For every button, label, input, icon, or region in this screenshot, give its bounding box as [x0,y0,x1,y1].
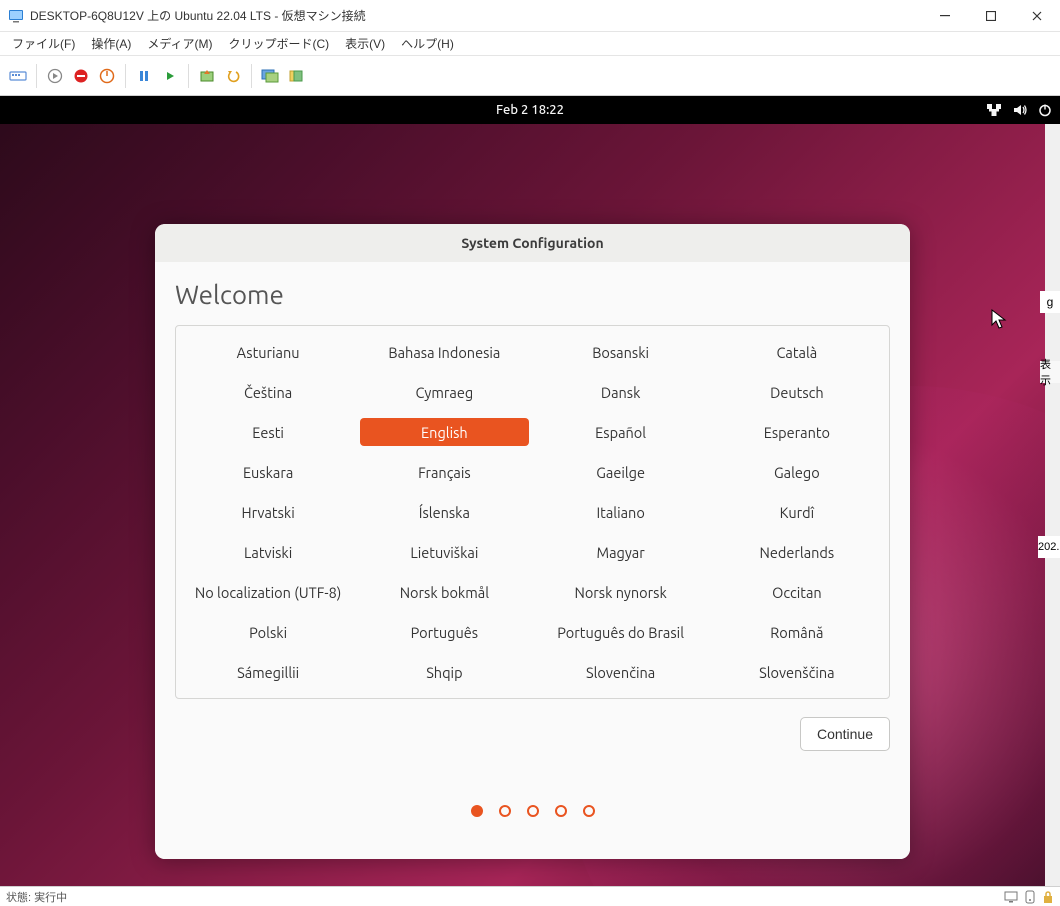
language-option[interactable]: Bosanski [537,338,705,366]
language-option[interactable]: Esperanto [713,418,881,446]
enhanced-session-button[interactable] [258,64,282,88]
window-controls [922,0,1060,32]
language-option[interactable]: Română [713,618,881,646]
language-option[interactable]: Español [537,418,705,446]
status-area[interactable] [986,96,1052,124]
clock[interactable]: Feb 2 18:22 [496,103,564,117]
shutdown-button[interactable] [95,64,119,88]
language-option[interactable]: Slovenčina [537,658,705,686]
menu-help[interactable]: ヘルプ(H) [393,33,462,54]
behind-window-fragment: g [1040,291,1060,313]
language-option[interactable]: English [360,418,528,446]
menu-file[interactable]: ファイル(F) [4,33,83,54]
behind-window-fragment: 202. [1038,536,1060,558]
language-option[interactable]: Norsk bokmål [360,578,528,606]
menu-media[interactable]: メディア(M) [139,33,220,54]
status-text: 状態: 実行中 [6,889,67,905]
language-option[interactable]: Euskara [184,458,352,486]
close-button[interactable] [1014,0,1060,32]
language-option[interactable]: Français [360,458,528,486]
status-icons [1004,890,1054,904]
progress-indicator [175,751,890,841]
page-title: Welcome [175,280,890,309]
language-option[interactable]: Nederlands [713,538,881,566]
snapshot-button[interactable] [195,64,219,88]
lock-icon [1042,890,1054,904]
language-option[interactable]: Occitan [713,578,881,606]
language-option[interactable]: Dansk [537,378,705,406]
vm-display[interactable]: Feb 2 18:22 g 表示 202. System Configurati… [0,96,1060,886]
menu-view[interactable]: 表示(V) [337,33,393,54]
behind-scrollbar [1045,124,1060,886]
language-option[interactable]: Català [713,338,881,366]
pause-button[interactable] [132,64,156,88]
dialog-title: System Configuration [155,224,910,262]
window-title: DESKTOP-6Q8U12V 上の Ubuntu 22.04 LTS - 仮想… [30,7,366,24]
share-button[interactable] [284,64,308,88]
language-option[interactable]: Asturianu [184,338,352,366]
language-option[interactable]: Bahasa Indonesia [360,338,528,366]
language-option[interactable]: Sámegillii [184,658,352,686]
language-option[interactable]: Lietuviškai [360,538,528,566]
volume-icon [1012,103,1028,117]
host-statusbar: 状態: 実行中 [0,886,1060,906]
language-option[interactable]: No localization (UTF-8) [184,578,352,606]
maximize-button[interactable] [968,0,1014,32]
language-option[interactable]: Cymraeg [360,378,528,406]
cursor-icon [991,309,1009,331]
language-option[interactable]: Eesti [184,418,352,446]
language-option[interactable]: Čeština [184,378,352,406]
monitor-icon [1004,891,1018,903]
network-icon [986,103,1002,117]
app-icon [8,8,24,24]
language-option[interactable]: Norsk nynorsk [537,578,705,606]
host-menubar: ファイル(F) 操作(A) メディア(M) クリップボード(C) 表示(V) ヘ… [0,32,1060,56]
start-button[interactable] [43,64,67,88]
language-option[interactable]: Italiano [537,498,705,526]
language-grid: Asturianu Bahasa Indonesia Bosanski Català Č… [175,325,890,699]
turnoff-button[interactable] [69,64,93,88]
language-option[interactable]: Kurdî [713,498,881,526]
progress-dot [583,805,595,817]
power-icon [1038,103,1052,117]
disk-icon [1024,890,1036,904]
ctrl-alt-del-button[interactable] [6,64,30,88]
menu-action[interactable]: 操作(A) [83,33,139,54]
language-option[interactable]: Latviski [184,538,352,566]
minimize-button[interactable] [922,0,968,32]
menu-clipboard[interactable]: クリップボード(C) [220,33,337,54]
language-option[interactable]: Gaeilge [537,458,705,486]
progress-dot [471,805,483,817]
language-option[interactable]: Slovenščina [713,658,881,686]
host-toolbar [0,56,1060,96]
behind-window-fragment: 表示 [1040,361,1060,383]
progress-dot [527,805,539,817]
gnome-topbar: Feb 2 18:22 [0,96,1060,124]
language-option[interactable]: Íslenska [360,498,528,526]
progress-dot [499,805,511,817]
language-option[interactable]: Shqip [360,658,528,686]
language-option[interactable]: Português [360,618,528,646]
language-option[interactable]: Galego [713,458,881,486]
host-titlebar: DESKTOP-6Q8U12V 上の Ubuntu 22.04 LTS - 仮想… [0,0,1060,32]
language-option[interactable]: Deutsch [713,378,881,406]
language-option[interactable]: Polski [184,618,352,646]
language-option[interactable]: Português do Brasil [537,618,705,646]
progress-dot [555,805,567,817]
continue-button[interactable]: Continue [800,717,890,751]
language-option[interactable]: Magyar [537,538,705,566]
system-configuration-dialog: System Configuration Welcome Asturianu Ba… [155,224,910,859]
revert-button[interactable] [221,64,245,88]
language-option[interactable]: Hrvatski [184,498,352,526]
reset-button[interactable] [158,64,182,88]
